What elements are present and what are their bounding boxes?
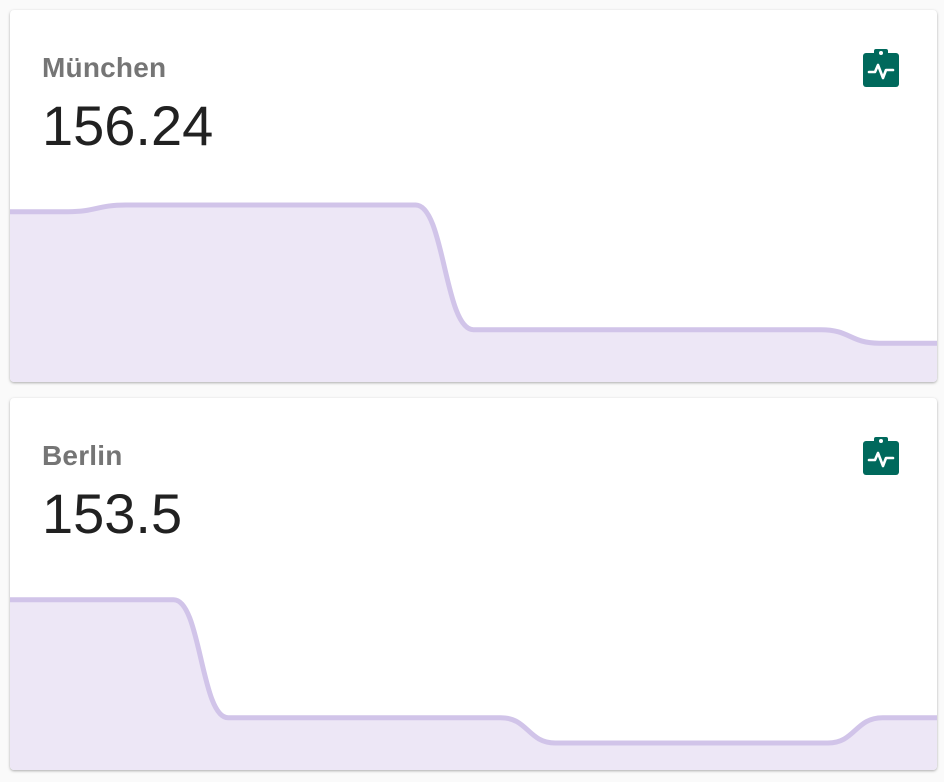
graph-fill: [10, 205, 937, 382]
sensor-card-muenchen[interactable]: München 156.24: [10, 10, 937, 382]
sensor-card-berlin[interactable]: Berlin 153.5: [10, 398, 937, 770]
history-graph: [10, 202, 937, 382]
history-graph: [10, 597, 937, 770]
